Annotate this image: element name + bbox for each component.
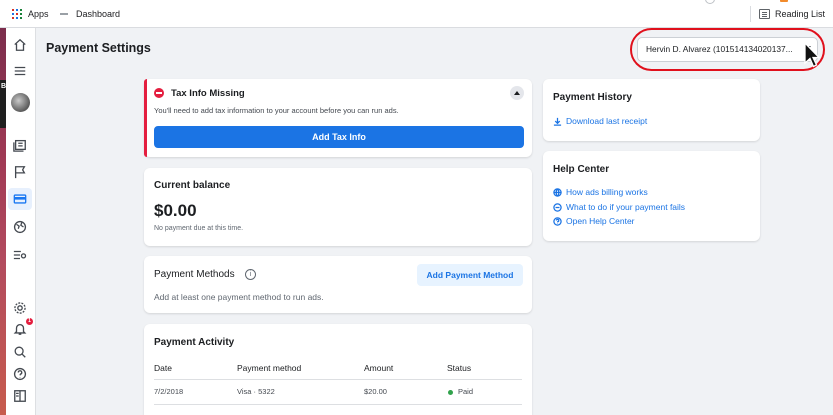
bookmark-dashboard[interactable]: Dashboard — [76, 9, 120, 19]
billing-icon[interactable] — [8, 188, 32, 210]
payment-methods-title: Payment Methods — [154, 269, 235, 280]
bookmark-apps[interactable]: Apps — [28, 9, 49, 19]
payment-methods-description: Add at least one payment method to run a… — [154, 292, 324, 302]
open-help-center-link[interactable]: Open Help Center — [553, 216, 635, 226]
balance-note: No payment due at this time. — [154, 225, 244, 232]
table-divider — [154, 379, 522, 380]
tab-icon — [705, 0, 715, 4]
error-icon — [154, 88, 164, 98]
tax-info-alert-card: Tax Info Missing You'll need to add tax … — [144, 79, 532, 157]
help-center-card: Help Center How ads billing works What t… — [543, 151, 760, 241]
help-icon[interactable] — [11, 366, 29, 382]
help-center-title: Help Center — [553, 164, 610, 175]
balance-label: Current balance — [154, 180, 231, 191]
annotation-highlight-ring — [630, 28, 825, 71]
tax-alert-description: You'll need to add tax information to yo… — [154, 106, 399, 115]
notification-badge: 1 — [26, 318, 33, 325]
minus-circle-icon — [553, 202, 562, 212]
payment-activity-card: Payment Activity Date Payment method Amo… — [144, 324, 532, 415]
balance-amount: $0.00 — [154, 201, 197, 220]
extension-badge-icon — [780, 0, 788, 2]
flag-icon[interactable] — [11, 164, 29, 180]
table-divider — [154, 404, 522, 405]
question-circle-icon — [553, 216, 562, 226]
payment-history-card: Payment History Download last receipt — [543, 79, 760, 141]
bookmarks-bar: Apps Dashboard Reading List — [0, 0, 833, 28]
settings-list-icon[interactable] — [11, 247, 29, 263]
tax-alert-title: Tax Info Missing — [171, 88, 245, 99]
info-icon[interactable]: i — [245, 269, 256, 280]
link-label: How ads billing works — [566, 187, 648, 197]
current-balance-card: Current balance $0.00 No payment due at … — [144, 168, 532, 246]
payment-fails-link[interactable]: What to do if your payment fails — [553, 202, 685, 212]
page-title: Payment Settings — [46, 41, 151, 55]
menu-icon[interactable] — [11, 63, 29, 79]
globe-icon — [553, 187, 562, 197]
bookmark-divider — [750, 6, 751, 22]
alert-stripe — [144, 79, 147, 157]
avatar[interactable] — [11, 93, 30, 112]
gear-icon[interactable] — [11, 300, 29, 316]
payment-methods-card: Payment Methods i Add at least one payme… — [144, 256, 532, 313]
dashboard-favicon-icon — [60, 13, 68, 15]
mouse-cursor-icon — [804, 42, 820, 68]
globe-icon[interactable] — [11, 219, 29, 235]
column-header-payment-method[interactable]: Payment method — [237, 363, 301, 373]
panel-icon[interactable] — [11, 388, 29, 404]
reading-list-button[interactable]: Reading List — [775, 9, 825, 19]
link-label: Open Help Center — [566, 216, 635, 226]
download-icon — [553, 117, 562, 126]
add-payment-method-button[interactable]: Add Payment Method — [417, 264, 523, 286]
row-amount: $20.00 — [364, 387, 387, 396]
bell-icon[interactable]: 1 — [11, 318, 33, 337]
link-label: What to do if your payment fails — [566, 202, 686, 212]
ads-manager-icon[interactable] — [11, 137, 29, 153]
home-icon[interactable] — [11, 37, 29, 53]
how-ads-billing-works-link[interactable]: How ads billing works — [553, 187, 648, 197]
collapse-button[interactable] — [510, 86, 524, 100]
row-status: Paid — [458, 387, 474, 396]
apps-grid-icon[interactable] — [12, 9, 22, 19]
column-header-amount[interactable]: Amount — [364, 363, 393, 373]
column-header-date[interactable]: Date — [154, 363, 172, 373]
column-header-status[interactable]: Status — [447, 363, 471, 373]
reading-list-icon[interactable] — [759, 9, 770, 19]
link-label: Download last receipt — [566, 116, 648, 126]
download-last-receipt-link[interactable]: Download last receipt — [553, 116, 647, 126]
payment-history-title: Payment History — [553, 92, 632, 103]
add-tax-info-button[interactable]: Add Tax Info — [154, 126, 524, 148]
row-payment-method: Visa · 5322 — [237, 387, 275, 396]
payment-activity-title: Payment Activity — [154, 337, 235, 348]
status-dot-icon — [448, 390, 453, 395]
search-icon[interactable] — [11, 344, 29, 360]
left-sidebar: 1 — [6, 28, 36, 415]
row-date: 7/2/2018 — [154, 387, 184, 396]
